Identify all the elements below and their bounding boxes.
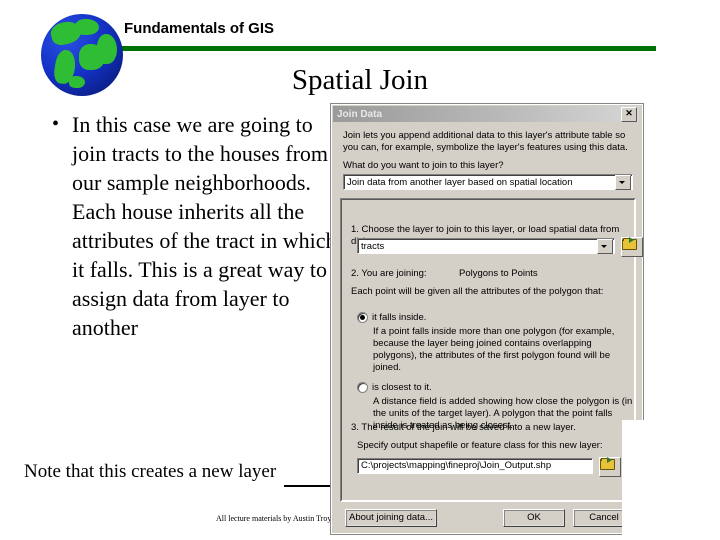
radio-falls-inside-label: it falls inside. bbox=[372, 312, 427, 323]
bullet-text: In this case we are going to join tracts… bbox=[72, 112, 337, 340]
source-layer-value: tracts bbox=[361, 240, 385, 252]
step2-join-kind-value: Polygons to Points bbox=[459, 268, 538, 279]
ok-button[interactable]: OK bbox=[503, 509, 565, 527]
chevron-down-icon[interactable] bbox=[597, 238, 613, 254]
radio-falls-inside-description: If a point falls inside more than one po… bbox=[373, 326, 615, 373]
join-data-dialog: Join Data ✕ Join lets you append additio… bbox=[330, 103, 644, 535]
bullet-dot-icon: • bbox=[52, 113, 60, 135]
about-joining-data-button[interactable]: About joining data... bbox=[345, 509, 437, 527]
browse-layer-button[interactable] bbox=[621, 237, 643, 257]
output-path-input[interactable]: C:\projects\mapping\fineproj\Join_Output… bbox=[357, 458, 593, 474]
bullet-list: • In this case we are going to join trac… bbox=[52, 110, 352, 342]
header-divider bbox=[118, 46, 656, 51]
radio-falls-inside[interactable]: it falls inside. bbox=[357, 312, 426, 323]
browse-output-button[interactable] bbox=[599, 457, 621, 477]
join-type-value: Join data from another layer based on sp… bbox=[347, 176, 573, 188]
step2-label: 2. You are joining: bbox=[351, 268, 427, 279]
join-target-question: What do you want to join to this layer? bbox=[343, 160, 504, 171]
dialog-intro-text: Join lets you append additional data to … bbox=[343, 130, 628, 153]
close-icon[interactable]: ✕ bbox=[621, 106, 637, 122]
radio-closest-to-label: is closest to it. bbox=[372, 382, 432, 393]
dialog-title: Join Data bbox=[337, 108, 383, 120]
step2-description: Each point will be given all the attribu… bbox=[351, 286, 604, 297]
slide-bottom-mask bbox=[0, 535, 720, 540]
radio-unselected-icon bbox=[357, 382, 368, 393]
join-type-select[interactable]: Join data from another layer based on sp… bbox=[343, 174, 633, 190]
page-title: Spatial Join bbox=[291, 64, 429, 96]
radio-closest-to[interactable]: is closest to it. bbox=[357, 382, 432, 393]
dialog-titlebar[interactable]: Join Data ✕ bbox=[333, 106, 639, 122]
slide-edge-mask bbox=[622, 420, 720, 540]
footer-credit: All lecture materials by Austin Troy bbox=[216, 514, 332, 523]
radio-selected-icon bbox=[357, 312, 368, 323]
step3-sublabel: Specify output shapefile or feature clas… bbox=[357, 440, 603, 451]
slide-header-title: Fundamentals of GIS bbox=[124, 20, 275, 37]
step3-label: 3. The result of the join will be saved … bbox=[351, 422, 576, 433]
chevron-down-icon[interactable] bbox=[615, 174, 631, 190]
source-layer-select[interactable]: tracts bbox=[357, 238, 615, 254]
list-item: • In this case we are going to join trac… bbox=[52, 110, 352, 342]
note-text: Note that this creates a new layer bbox=[24, 461, 277, 482]
